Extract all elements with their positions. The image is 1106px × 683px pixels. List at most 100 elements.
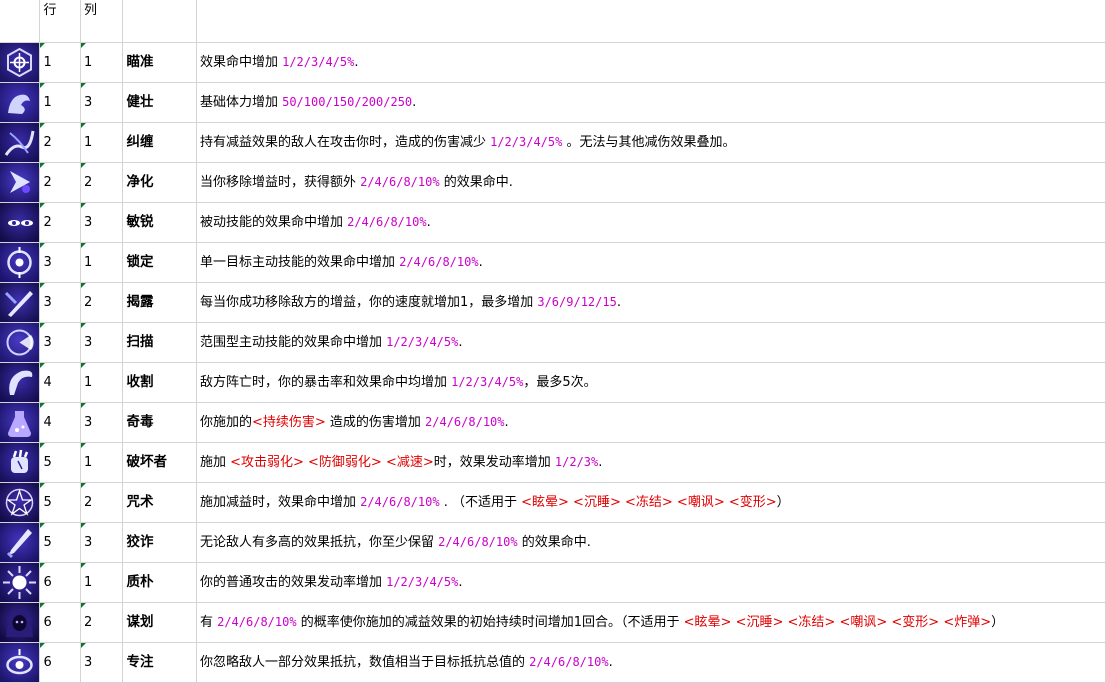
- col-number-cell[interactable]: 1: [80, 362, 123, 403]
- mastery-name-cell[interactable]: 扫描: [122, 322, 197, 363]
- icon-cell[interactable]: [0, 82, 41, 123]
- table-row: 3 1 锁定 单一目标主动技能的效果命中增加 2/4/6/8/10%.: [0, 242, 1106, 283]
- row-number-cell[interactable]: 4: [39, 362, 82, 403]
- description-cell[interactable]: 单一目标主动技能的效果命中增加 2/4/6/8/10%.: [196, 242, 1106, 283]
- header-icon-cell[interactable]: [0, 0, 41, 43]
- table-row: 1 1 瞄准 效果命中增加 1/2/3/4/5%.: [0, 42, 1106, 83]
- header-col-label[interactable]: 列: [80, 0, 123, 43]
- value-text: 2/4/6/8/10%: [399, 255, 479, 269]
- col-number-cell[interactable]: 3: [80, 402, 123, 443]
- icon-cell[interactable]: [0, 442, 41, 483]
- icon-cell[interactable]: [0, 242, 41, 283]
- description-cell[interactable]: 范围型主动技能的效果命中增加 1/2/3/4/5%.: [196, 322, 1106, 363]
- row-number-cell[interactable]: 2: [39, 122, 82, 163]
- col-number-cell[interactable]: 3: [80, 202, 123, 243]
- icon-cell[interactable]: [0, 602, 41, 643]
- mastery-name-cell[interactable]: 锁定: [122, 242, 197, 283]
- mastery-name-cell[interactable]: 质朴: [122, 562, 197, 603]
- description-cell[interactable]: 效果命中增加 1/2/3/4/5%.: [196, 42, 1106, 83]
- value-text: 2/4/6/8/10%: [347, 215, 427, 229]
- mastery-name-cell[interactable]: 破坏者: [122, 442, 197, 483]
- mastery-name-cell[interactable]: 谋划: [122, 602, 197, 643]
- mastery-name-cell[interactable]: 瞄准: [122, 42, 197, 83]
- row-number-cell[interactable]: 4: [39, 402, 82, 443]
- value-text: 50/100/150/200/250: [282, 95, 413, 109]
- row-number-cell[interactable]: 6: [39, 562, 82, 603]
- description-cell[interactable]: 施加减益时，效果命中增加 2/4/6/8/10% . （不适用于 <眩晕> <沉…: [196, 482, 1106, 523]
- table-row: 2 2 净化 当你移除增益时，获得额外 2/4/6/8/10% 的效果命中.: [0, 162, 1106, 203]
- effect-tag: <沉睡>: [735, 615, 784, 630]
- row-number-cell[interactable]: 2: [39, 162, 82, 203]
- col-number-cell[interactable]: 2: [80, 482, 123, 523]
- mastery-name-cell[interactable]: 净化: [122, 162, 197, 203]
- row-number-cell[interactable]: 3: [39, 242, 82, 283]
- table-row: 2 3 敏锐 被动技能的效果命中增加 2/4/6/8/10%.: [0, 202, 1106, 243]
- icon-cell[interactable]: [0, 202, 41, 243]
- header-row-label[interactable]: 行: [39, 0, 82, 43]
- mastery-name-cell[interactable]: 奇毒: [122, 402, 197, 443]
- description-text: 造成的伤害增加: [325, 415, 426, 430]
- row-number-cell[interactable]: 5: [39, 522, 82, 563]
- description-text: 施加减益时，效果命中增加: [199, 495, 361, 510]
- magic-circle-icon: [0, 483, 39, 522]
- description-text: .: [412, 95, 417, 110]
- icon-cell[interactable]: [0, 322, 41, 363]
- description-text: .: [354, 55, 359, 70]
- effect-tag: <变形>: [891, 615, 940, 630]
- icon-cell[interactable]: [0, 162, 41, 203]
- mastery-name-cell[interactable]: 健壮: [122, 82, 197, 123]
- crosshair-hexagon-icon: [0, 43, 39, 82]
- col-number-cell[interactable]: 1: [80, 42, 123, 83]
- row-number-cell[interactable]: 3: [39, 322, 82, 363]
- description-cell[interactable]: 无论敌人有多高的效果抵抗，你至少保留 2/4/6/8/10% 的效果命中.: [196, 522, 1106, 563]
- col-number-cell[interactable]: 1: [80, 122, 123, 163]
- col-number-cell[interactable]: 3: [80, 82, 123, 123]
- row-number-cell[interactable]: 2: [39, 202, 82, 243]
- row-number-cell[interactable]: 1: [39, 42, 82, 83]
- mastery-name-cell[interactable]: 咒术: [122, 482, 197, 523]
- description-cell[interactable]: 有 2/4/6/8/10% 的概率使你施加的减益效果的初始持续时间增加1回合。（…: [196, 602, 1106, 643]
- icon-cell[interactable]: [0, 122, 41, 163]
- description-cell[interactable]: 被动技能的效果命中增加 2/4/6/8/10%.: [196, 202, 1106, 243]
- icon-cell[interactable]: [0, 42, 41, 83]
- icon-cell[interactable]: [0, 482, 41, 523]
- col-number-cell[interactable]: 3: [80, 322, 123, 363]
- mastery-name-cell[interactable]: 狡诈: [122, 522, 197, 563]
- description-cell[interactable]: 你施加的<持续伤害> 造成的伤害增加 2/4/6/8/10%.: [196, 402, 1106, 443]
- icon-cell[interactable]: [0, 282, 41, 323]
- row-number-cell[interactable]: 5: [39, 442, 82, 483]
- row-number-cell[interactable]: 5: [39, 482, 82, 523]
- mastery-name-cell[interactable]: 揭露: [122, 282, 197, 323]
- col-number-cell[interactable]: 3: [80, 522, 123, 563]
- header-name-cell[interactable]: [122, 0, 197, 43]
- value-text: 2/4/6/8/10%: [360, 495, 440, 509]
- description-cell[interactable]: 每当你成功移除敌方的增益，你的速度就增加1，最多增加 3/6/9/12/15.: [196, 282, 1106, 323]
- description-cell[interactable]: 当你移除增益时，获得额外 2/4/6/8/10% 的效果命中.: [196, 162, 1106, 203]
- icon-cell[interactable]: [0, 362, 41, 403]
- description-cell[interactable]: 持有减益效果的敌人在攻击你时，造成的伤害减少 1/2/3/4/5% 。无法与其他…: [196, 122, 1106, 163]
- icon-cell[interactable]: [0, 562, 41, 603]
- description-cell[interactable]: 你的普通攻击的效果发动率增加 1/2/3/4/5%.: [196, 562, 1106, 603]
- col-number-cell[interactable]: 2: [80, 282, 123, 323]
- value-text: 2/4/6/8/10%: [425, 415, 505, 429]
- row-number-cell[interactable]: 3: [39, 282, 82, 323]
- col-number-cell[interactable]: 1: [80, 442, 123, 483]
- row-number-cell[interactable]: 1: [39, 82, 82, 123]
- mastery-name-cell[interactable]: 收割: [122, 362, 197, 403]
- icon-cell[interactable]: [0, 522, 41, 563]
- effect-tag: <冻结>: [787, 615, 836, 630]
- row-number-cell[interactable]: 6: [39, 602, 82, 643]
- col-number-cell[interactable]: 1: [80, 562, 123, 603]
- mastery-name-cell[interactable]: 敏锐: [122, 202, 197, 243]
- description-cell[interactable]: 施加 <攻击弱化> <防御弱化> <减速>时，效果发动率增加 1/2/3%.: [196, 442, 1106, 483]
- effect-tag: <攻击弱化>: [230, 455, 304, 470]
- col-number-cell[interactable]: 2: [80, 162, 123, 203]
- header-desc-cell[interactable]: [196, 0, 1106, 43]
- mastery-name-cell[interactable]: 纠缠: [122, 122, 197, 163]
- table-row: 1 3 健壮 基础体力增加 50/100/150/200/250.: [0, 82, 1106, 123]
- col-number-cell[interactable]: 1: [80, 242, 123, 283]
- description-cell[interactable]: 基础体力增加 50/100/150/200/250.: [196, 82, 1106, 123]
- col-number-cell[interactable]: 2: [80, 602, 123, 643]
- icon-cell[interactable]: [0, 402, 41, 443]
- description-cell[interactable]: 敌方阵亡时，你的暴击率和效果命中均增加 1/2/3/4/5%，最多5次。: [196, 362, 1106, 403]
